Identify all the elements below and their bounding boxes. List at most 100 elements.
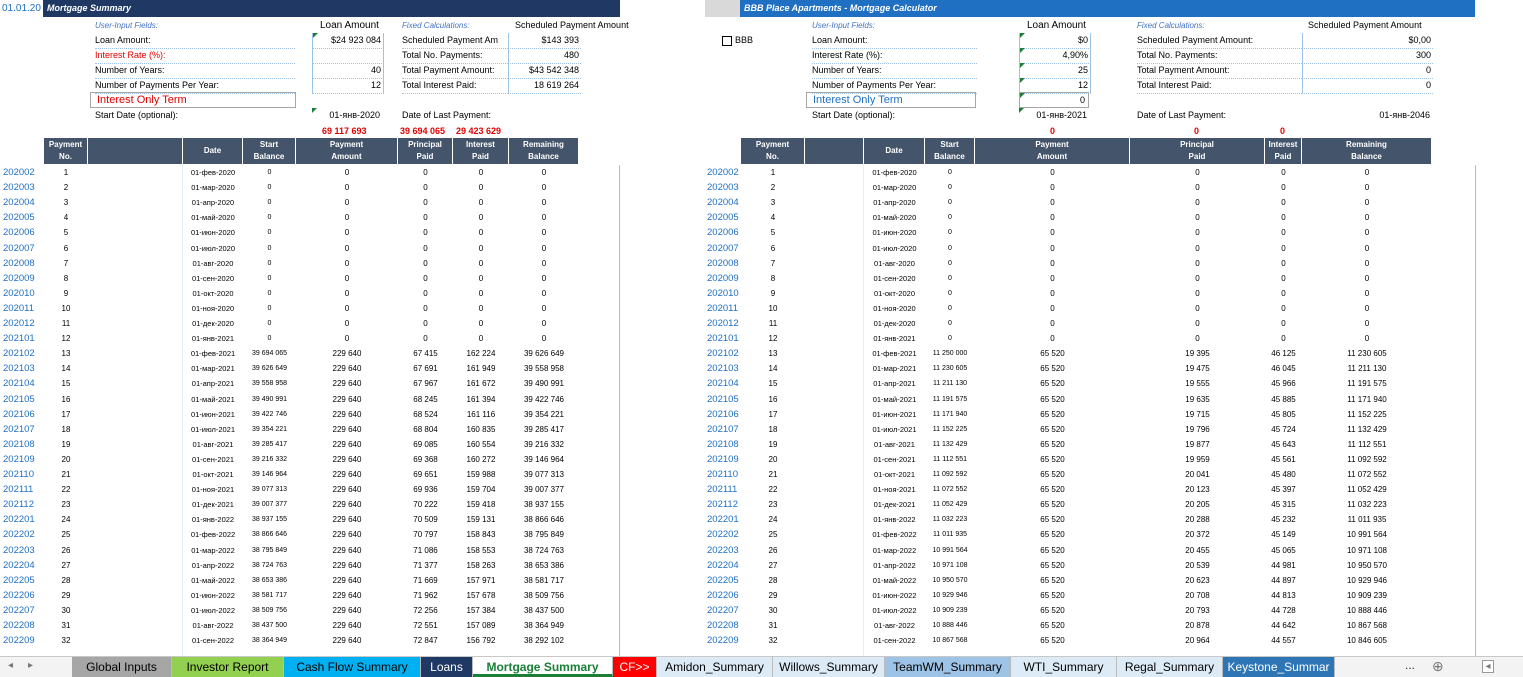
row-link[interactable]: 202008 xyxy=(707,256,739,271)
table-cell: 20 878 xyxy=(1185,621,1210,630)
row-link[interactable]: 202106 xyxy=(707,407,739,422)
checkbox-box[interactable] xyxy=(722,35,732,46)
table-cell: 45 480 xyxy=(1271,470,1296,479)
table-cell: 01-дек-2021 xyxy=(873,500,916,510)
column-guide xyxy=(863,165,864,656)
table-cell: 10 991 564 xyxy=(932,546,968,554)
table-cell: 65 520 xyxy=(1040,636,1065,646)
sheet-tab[interactable]: TeamWM_Summary xyxy=(885,657,1011,677)
bbb-checkbox[interactable]: BBB xyxy=(722,33,753,48)
more-tabs[interactable]: ... xyxy=(1405,658,1415,672)
table-cell: 65 520 xyxy=(1040,424,1065,434)
row-link[interactable]: 202204 xyxy=(707,558,739,573)
start-date-value-left[interactable]: 01-янв-2020 xyxy=(312,108,380,123)
header-label: Interest Paid xyxy=(1268,140,1298,161)
calc-label: Total No. Payments: xyxy=(1137,48,1302,64)
table-row: 202207 30 01-июл-2022 10 909 239 65 520 20 79… xyxy=(0,603,1523,618)
table-cell: 0 xyxy=(1050,168,1055,177)
sheet-tab[interactable]: WTI_Summary xyxy=(1011,657,1117,677)
header-spacer xyxy=(705,0,740,17)
start-date-value-right[interactable]: 01-янв-2021 xyxy=(1019,108,1087,123)
table-cell: 14 xyxy=(768,364,778,374)
input-value[interactable] xyxy=(312,48,384,64)
table-cell: 19 395 xyxy=(1185,349,1210,359)
interest-only-value-right[interactable]: 0 xyxy=(1019,92,1089,108)
row-link[interactable]: 202007 xyxy=(707,241,739,256)
table-cell: 5 xyxy=(770,228,776,238)
table-cell: 11 xyxy=(768,319,778,328)
scroll-left-icon[interactable]: ◂ xyxy=(8,660,13,671)
row-link[interactable]: 202208 xyxy=(707,618,739,633)
row-link[interactable]: 202111 xyxy=(707,482,737,497)
input-label: Loan Amount: xyxy=(95,33,295,49)
table-cell: 01-фев-2021 xyxy=(872,349,917,359)
scrollbar-left-icon[interactable]: ◂ xyxy=(1482,660,1494,673)
sheet-tab[interactable]: Cash Flow Summary xyxy=(284,657,421,677)
row-link[interactable]: 202005 xyxy=(707,210,739,225)
table-cell: 44 981 xyxy=(1271,560,1296,570)
row-link[interactable]: 202209 xyxy=(707,633,739,648)
row-link[interactable]: 202010 xyxy=(707,286,739,301)
table-cell: 01-авг-2021 xyxy=(874,439,915,449)
input-value[interactable]: $24 923 084 xyxy=(312,33,384,49)
scroll-right-icon[interactable]: ▸ xyxy=(28,660,33,671)
table-cell: 01-май-2021 xyxy=(872,394,917,404)
add-sheet-icon[interactable]: ⊕ xyxy=(1432,658,1444,675)
input-value[interactable]: 40 xyxy=(312,63,384,79)
input-value[interactable]: 4,90% xyxy=(1019,48,1091,64)
row-link[interactable]: 202202 xyxy=(707,527,739,542)
row-link[interactable]: 202107 xyxy=(707,422,739,437)
row-link[interactable]: 202203 xyxy=(707,543,739,558)
sheet-tab[interactable]: Loans xyxy=(421,657,473,677)
table-cell: 0 xyxy=(1050,258,1055,268)
header-label: Payment Amount xyxy=(329,140,364,161)
row-link[interactable]: 202105 xyxy=(707,392,739,407)
row-link[interactable]: 202101 xyxy=(707,331,739,346)
row-link[interactable]: 202012 xyxy=(707,316,739,331)
row-link[interactable]: 202006 xyxy=(707,225,739,240)
row-link[interactable]: 202003 xyxy=(707,180,739,195)
row-link[interactable]: 202109 xyxy=(707,452,739,467)
table-cell: 10 929 946 xyxy=(932,591,968,599)
row-link[interactable]: 202201 xyxy=(707,512,739,527)
table-cell: 01-янв-2022 xyxy=(873,515,916,525)
sheet-tab[interactable]: Amidon_Summary xyxy=(657,657,773,677)
row-link[interactable]: 202002 xyxy=(707,165,739,180)
table-cell: 01-янв-2021 xyxy=(873,334,916,344)
table-cell: 01-июл-2020 xyxy=(872,243,917,253)
row-link[interactable]: 202102 xyxy=(707,346,739,361)
row-link[interactable]: 202206 xyxy=(707,588,739,603)
row-link[interactable]: 202108 xyxy=(707,437,739,452)
table-cell: 65 520 xyxy=(1040,621,1065,630)
sheet-tab[interactable]: Regal_Summary xyxy=(1117,657,1223,677)
sheet-tab[interactable]: Investor Report xyxy=(172,657,284,677)
sheet-tab[interactable]: CF>> xyxy=(613,657,657,677)
row-link[interactable]: 202009 xyxy=(707,271,739,286)
input-value[interactable]: $0 xyxy=(1019,33,1091,49)
sheet-tab[interactable]: Global Inputs xyxy=(72,657,172,677)
table-cell: 65 520 xyxy=(1040,409,1065,419)
header-label: Start Balance xyxy=(934,140,965,161)
row-link[interactable]: 202207 xyxy=(707,603,739,618)
table-cell: 11 032 223 xyxy=(1347,500,1387,510)
calc-value: $0,00 xyxy=(1302,33,1433,49)
input-value[interactable]: 25 xyxy=(1019,63,1091,79)
row-link[interactable]: 202205 xyxy=(707,573,739,588)
table-cell: 46 045 xyxy=(1271,364,1296,374)
sheet-tab[interactable]: Willows_Summary xyxy=(773,657,885,677)
row-link[interactable]: 202110 xyxy=(707,467,738,482)
column-header: Payment No. xyxy=(44,138,88,164)
sheet-tab[interactable]: Keystone_Summar xyxy=(1223,657,1335,677)
table-cell: 10 888 446 xyxy=(932,622,968,629)
row-link[interactable]: 202103 xyxy=(707,361,739,376)
row-link[interactable]: 202112 xyxy=(707,497,738,512)
sheet-tab[interactable]: Mortgage Summary xyxy=(473,657,613,677)
input-value[interactable]: 12 xyxy=(312,78,384,94)
table-cell: 11 191 575 xyxy=(1347,379,1387,389)
table-cell: 0 xyxy=(1195,319,1200,328)
table-cell: 01-июн-2020 xyxy=(872,228,917,238)
row-link[interactable]: 202104 xyxy=(707,376,739,391)
table-cell: 11 211 130 xyxy=(1347,364,1387,374)
row-link[interactable]: 202011 xyxy=(707,301,738,316)
row-link[interactable]: 202004 xyxy=(707,195,739,210)
